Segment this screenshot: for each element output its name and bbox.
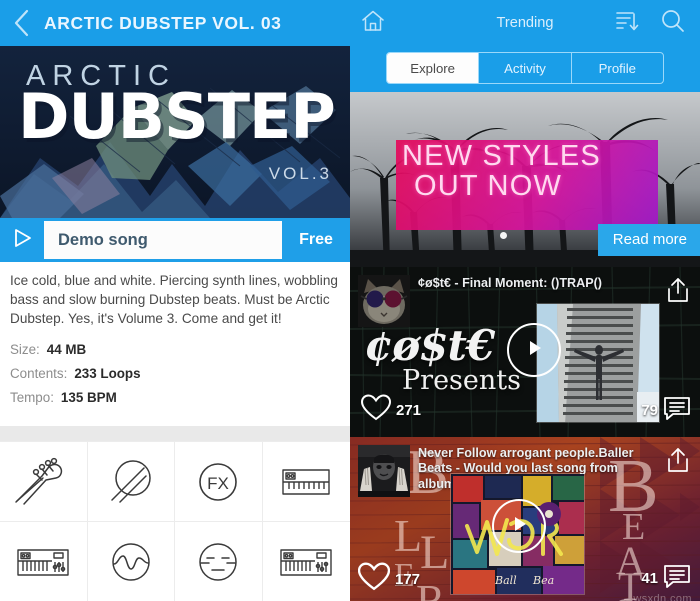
category-cell-keys[interactable] xyxy=(262,441,350,521)
back-button[interactable] xyxy=(0,0,44,46)
album-artwork[interactable]: ARCTIC DUBSTEP VOL.3 xyxy=(0,46,350,218)
price-button[interactable]: Free xyxy=(282,218,350,262)
sort-descending-icon xyxy=(614,8,640,39)
share-button[interactable] xyxy=(665,276,691,309)
comment-count: 41 xyxy=(641,570,658,587)
like-button[interactable]: 177 xyxy=(357,562,421,596)
pack-info: Ice cold, blue and white. Piercing synth… xyxy=(0,262,350,406)
left-header: ARCTIC DUBSTEP VOL. 03 xyxy=(0,0,350,46)
category-cell-drums[interactable] xyxy=(87,441,175,521)
tab-profile[interactable]: Profile xyxy=(572,53,663,83)
play-circle-icon xyxy=(522,336,546,365)
play-button[interactable] xyxy=(492,499,546,553)
category-cell-synth[interactable] xyxy=(0,521,88,601)
banner-line-2: OUT NOW xyxy=(414,169,563,202)
category-cell-synth-fx[interactable] xyxy=(262,521,350,601)
fx-circle-icon: FX xyxy=(187,456,249,508)
card-art-title: ¢ø$t€ xyxy=(364,321,495,370)
card-title: ¢ø$t€ - Final Moment: ()TRAP() xyxy=(418,276,602,290)
header-actions xyxy=(604,0,696,46)
right-header: Trending Explore Activity Profile xyxy=(350,0,700,92)
heart-icon xyxy=(360,394,392,426)
app-screenshot: ARCTIC DUBSTEP VOL. 03 ARCTIC DUBSTEP VO… xyxy=(0,0,700,601)
share-button[interactable] xyxy=(665,446,691,479)
song-name-field[interactable]: Demo song xyxy=(44,221,282,259)
comment-icon xyxy=(663,395,691,426)
avatar[interactable] xyxy=(358,275,410,327)
segmented-control: Explore Activity Profile xyxy=(386,52,664,84)
left-panel-pack-detail: ARCTIC DUBSTEP VOL. 03 ARCTIC DUBSTEP VO… xyxy=(0,0,350,601)
feed-card-coste[interactable]: ¢ø$t€ Presents ¢ø$t€ - Final Moment: ()T… xyxy=(350,267,700,437)
keyboard-icon xyxy=(275,456,337,508)
like-button[interactable]: 271 xyxy=(360,394,422,426)
home-icon xyxy=(360,8,386,39)
tab-explore[interactable]: Explore xyxy=(387,53,480,83)
category-cell-vocals[interactable] xyxy=(175,521,263,601)
play-demo-button[interactable] xyxy=(0,218,44,262)
meta-value: 233 Loops xyxy=(74,366,141,382)
meta-value: 44 MB xyxy=(46,342,87,358)
waveform-circle-icon xyxy=(100,536,162,588)
song-name-label: Demo song xyxy=(58,230,148,249)
svg-text:FX: FX xyxy=(207,474,229,493)
comment-button[interactable]: 41 xyxy=(641,563,691,594)
meta-value: 135 BPM xyxy=(60,390,117,406)
category-cell-fx[interactable]: FX xyxy=(175,441,263,521)
instrument-category-grid: FX xyxy=(0,441,350,601)
svg-text:Bea: Bea xyxy=(532,574,554,587)
search-button[interactable] xyxy=(650,0,696,46)
promo-banner-card[interactable]: NEW STYLES OUT NOW Read more xyxy=(350,92,700,267)
card-art-subtitle: Presents xyxy=(402,365,521,396)
banner-headline: NEW STYLES OUT NOW xyxy=(402,140,692,202)
chevron-left-icon xyxy=(12,8,32,38)
page-title: ARCTIC DUBSTEP VOL. 03 xyxy=(44,12,282,33)
share-icon xyxy=(665,278,691,308)
meta-row-contents: Contents: 233 Loops xyxy=(10,366,340,381)
category-cell-waveform[interactable] xyxy=(87,521,175,601)
heart-icon xyxy=(357,562,391,596)
meta-row-size: Size: 44 MB xyxy=(10,342,340,357)
pack-description: Ice cold, blue and white. Piercing synth… xyxy=(10,273,338,326)
right-header-top-row: Trending xyxy=(350,0,700,46)
search-icon xyxy=(660,8,686,39)
polygon-mountain-graphic xyxy=(0,46,350,218)
man-hands-avatar xyxy=(358,445,410,497)
home-button[interactable] xyxy=(350,0,396,46)
guitar-headstock-icon xyxy=(12,456,74,508)
cat-sunglasses-avatar xyxy=(358,275,410,327)
category-cell-guitar[interactable] xyxy=(0,441,88,521)
banner-line-1: NEW STYLES xyxy=(402,140,601,172)
vocal-face-icon xyxy=(187,536,249,588)
pack-meta-list: Size: 44 MB Contents: 233 Loops Tempo: 1… xyxy=(10,342,340,405)
play-icon xyxy=(11,227,33,254)
sort-button[interactable] xyxy=(604,0,650,46)
carousel-dot[interactable] xyxy=(500,232,507,239)
like-count: 177 xyxy=(395,570,421,588)
right-panel-feed: Trending Explore Activity Profile NEW ST… xyxy=(350,0,700,601)
synth-sliders-icon xyxy=(275,536,337,588)
comment-count: 79 xyxy=(641,402,658,419)
play-button[interactable] xyxy=(507,323,561,377)
share-icon xyxy=(665,448,691,478)
drum-cymbal-icon xyxy=(100,456,162,508)
synth-keyboard-icon xyxy=(12,536,74,588)
play-circle-icon xyxy=(507,512,531,541)
like-count: 271 xyxy=(396,401,422,419)
meta-key: Tempo: xyxy=(10,390,54,406)
comment-icon xyxy=(663,563,691,594)
comment-button[interactable]: 79 xyxy=(641,395,691,426)
feed-card-baller-beats[interactable]: B B E A T S L L E R xyxy=(350,437,700,601)
svg-text:Ball: Ball xyxy=(494,574,517,587)
read-more-button[interactable]: Read more xyxy=(597,224,700,256)
watermark-text: wsxdn.com xyxy=(633,593,692,601)
meta-key: Contents: xyxy=(10,366,68,382)
meta-row-tempo: Tempo: 135 BPM xyxy=(10,390,340,405)
demo-song-bar: Demo song Free xyxy=(0,218,350,262)
meta-key: Size: xyxy=(10,342,40,358)
tab-activity[interactable]: Activity xyxy=(479,53,572,83)
avatar[interactable] xyxy=(358,445,410,497)
